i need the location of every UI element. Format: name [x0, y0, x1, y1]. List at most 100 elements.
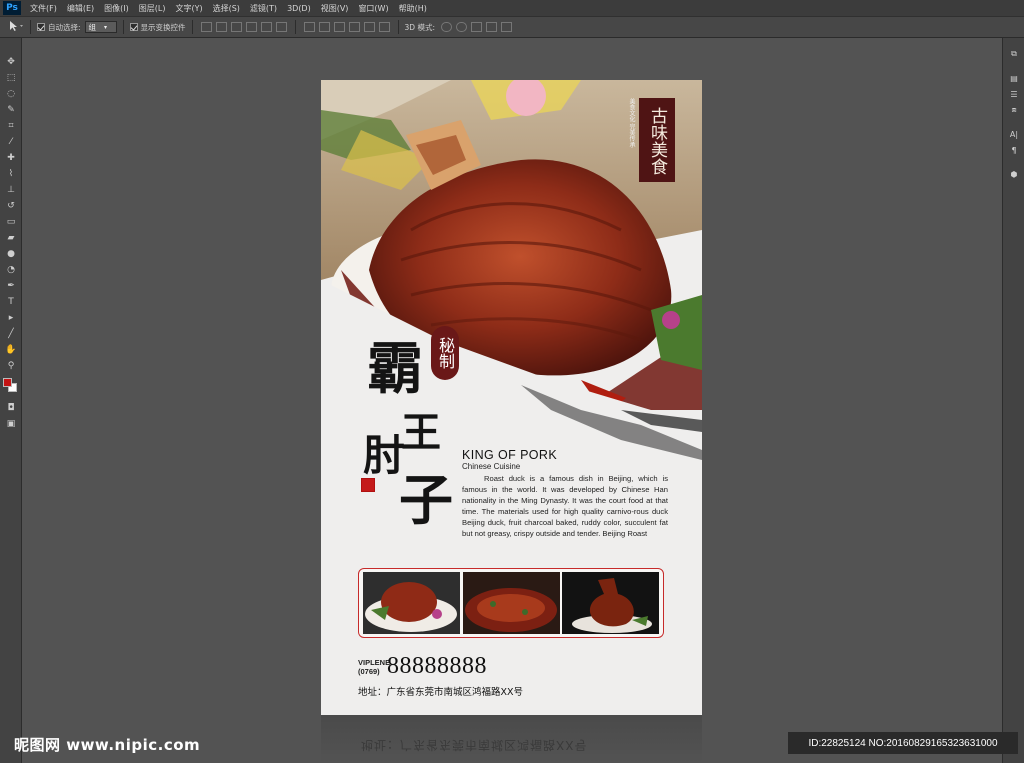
quick-select-tool-icon[interactable]: ✎	[0, 102, 22, 118]
show-transform-label: 显示变换控件	[140, 22, 186, 32]
calligraphy-char-4: 子	[399, 468, 453, 532]
layers-panel-icon[interactable]: ⧈	[1003, 102, 1024, 118]
paragraph-panel-icon[interactable]: ¶	[1003, 142, 1024, 158]
phone-label-line-2: (0769)	[358, 667, 380, 676]
divider	[397, 20, 399, 34]
thumbnail-photo-2	[462, 572, 560, 634]
distribute-right-icon[interactable]	[378, 22, 390, 32]
blur-tool-icon[interactable]: ●	[0, 246, 22, 262]
align-right-icon[interactable]	[275, 22, 287, 32]
english-subtitle: Chinese Cuisine	[462, 462, 521, 471]
distribute-bottom-icon[interactable]	[333, 22, 345, 32]
type-tool-icon[interactable]: T	[0, 294, 22, 310]
menu-file[interactable]: 文件(F)	[25, 3, 62, 14]
crop-tool-icon[interactable]: ⌗	[0, 118, 22, 134]
dodge-tool-icon[interactable]: ◔	[0, 262, 22, 278]
distribute-left-icon[interactable]	[348, 22, 360, 32]
description-text: Roast duck is a famous dish in Beijing, …	[462, 474, 668, 539]
vertical-seal-title: 古味美食	[639, 98, 675, 182]
photoshop-window: Ps 文件(F) 编辑(E) 图像(I) 图层(L) 文字(Y) 选择(S) 滤…	[0, 0, 1024, 763]
align-buttons	[199, 22, 289, 32]
thumbnail-photo-3	[562, 572, 659, 634]
menu-image[interactable]: 图像(I)	[99, 3, 134, 14]
image-id-banner: ID:22825124 NO:20160829165323631000	[788, 732, 1018, 754]
brush-tool-icon[interactable]: ⌇	[0, 166, 22, 182]
auto-select-checkbox[interactable]	[37, 23, 45, 31]
english-title: KING OF PORK	[462, 448, 558, 462]
clone-stamp-tool-icon[interactable]: ⊥	[0, 182, 22, 198]
history-panel-icon[interactable]: ⧉	[1003, 46, 1024, 62]
history-brush-tool-icon[interactable]: ↺	[0, 198, 22, 214]
eraser-tool-icon[interactable]: ▭	[0, 214, 22, 230]
auto-select-value: 组	[88, 22, 97, 32]
options-bar: 自动选择: 组 ▾ 显示变换控件 3D 模式:	[0, 16, 1024, 38]
eyedropper-tool-icon[interactable]: ⁄	[0, 134, 22, 150]
show-transform-checkbox[interactable]	[129, 23, 138, 31]
menu-select[interactable]: 选择(S)	[208, 3, 245, 14]
divider	[122, 20, 124, 34]
menu-filter[interactable]: 滤镜(T)	[245, 3, 282, 14]
address-text: 地址：广东省东莞市南城区鸿福路XX号	[358, 687, 524, 698]
3d-scale-icon[interactable]	[501, 22, 512, 32]
healing-brush-tool-icon[interactable]: ✚	[0, 150, 22, 166]
menu-layer[interactable]: 图层(L)	[134, 3, 171, 14]
align-vcenter-icon[interactable]	[215, 22, 227, 32]
foreground-color-swatch[interactable]	[3, 378, 12, 387]
divider	[191, 20, 193, 34]
distribute-buttons	[302, 22, 392, 32]
collapsed-panels: ⧉ ▤ ☰ ⧈ A| ¶ ⬢	[1002, 38, 1024, 763]
document-canvas[interactable]: 美食文化 完美传承 古味美食 秘制 霸 王 肘 子 KING OF PORK C…	[321, 80, 702, 715]
zoom-tool-icon[interactable]: ⚲	[0, 358, 22, 374]
menu-view[interactable]: 视图(V)	[316, 3, 354, 14]
pen-tool-icon[interactable]: ✒	[0, 278, 22, 294]
3d-rotate-icon[interactable]	[441, 22, 452, 32]
tools-panel: ✥ ⬚ ◌ ✎ ⌗ ⁄ ✚ ⌇ ⊥ ↺ ▭ ▰ ● ◔ ✒ T ▸ ╱ ✋ ⚲ …	[0, 38, 22, 763]
auto-select-dropdown[interactable]: 组 ▾	[84, 21, 117, 33]
adjustments-panel-icon[interactable]: ▤	[1003, 70, 1024, 86]
align-bottom-icon[interactable]	[230, 22, 242, 32]
distribute-vcenter-icon[interactable]	[318, 22, 330, 32]
thumbnail-strip	[358, 568, 664, 638]
align-top-icon[interactable]	[200, 22, 212, 32]
phone-number: 88888888	[387, 653, 487, 679]
path-select-tool-icon[interactable]: ▸	[0, 310, 22, 326]
align-left-icon[interactable]	[245, 22, 257, 32]
secret-recipe-badge: 秘制	[431, 326, 459, 380]
lasso-tool-icon[interactable]: ◌	[0, 86, 22, 102]
3d-slide-icon[interactable]	[486, 22, 497, 32]
3d-panel-icon[interactable]: ⬢	[1003, 166, 1024, 182]
gradient-tool-icon[interactable]: ▰	[0, 230, 22, 246]
line-tool-icon[interactable]: ╱	[0, 326, 22, 342]
3d-mode-buttons	[439, 22, 514, 32]
menu-3d[interactable]: 3D(D)	[282, 4, 316, 13]
menu-help[interactable]: 帮助(H)	[394, 3, 432, 14]
move-tool-icon[interactable]: ✥	[0, 54, 22, 70]
screen-mode-icon[interactable]: ▣	[0, 416, 22, 432]
quick-mask-icon[interactable]: ◘	[0, 400, 22, 416]
color-swatches	[0, 374, 21, 400]
hand-tool-icon[interactable]: ✋	[0, 342, 22, 358]
menu-edit[interactable]: 编辑(E)	[62, 3, 99, 14]
menu-type[interactable]: 文字(Y)	[170, 3, 207, 14]
marquee-tool-icon[interactable]: ⬚	[0, 70, 22, 86]
menu-window[interactable]: 窗口(W)	[353, 3, 393, 14]
3d-roll-icon[interactable]	[456, 22, 467, 32]
auto-select-label: 自动选择:	[48, 22, 81, 32]
phone-label-line-1: VIPLENE	[358, 658, 391, 667]
properties-panel-icon[interactable]: ☰	[1003, 86, 1024, 102]
distribute-hcenter-icon[interactable]	[363, 22, 375, 32]
red-seal-stamp-icon	[361, 478, 375, 492]
calligraphy-char-2: 王	[401, 409, 441, 456]
character-panel-icon[interactable]: A|	[1003, 126, 1024, 142]
menu-bar: Ps 文件(F) 编辑(E) 图像(I) 图层(L) 文字(Y) 选择(S) 滤…	[0, 0, 1024, 16]
canvas-reflection: 地址：广东省东莞市南城区鸿福路XX号	[321, 715, 702, 763]
3d-pan-icon[interactable]	[471, 22, 482, 32]
align-hcenter-icon[interactable]	[260, 22, 272, 32]
phone-label: VIPLENE (0769)	[358, 658, 390, 676]
move-tool-icon[interactable]	[8, 20, 24, 34]
description-body: Roast duck is a famous dish in Beijing, …	[462, 474, 668, 538]
nipic-watermark-logo: 昵图网 www.nipic.com	[14, 736, 201, 754]
photoshop-logo-icon: Ps	[3, 1, 21, 15]
distribute-top-icon[interactable]	[303, 22, 315, 32]
vertical-slogan: 美食文化 完美传承	[628, 98, 635, 148]
